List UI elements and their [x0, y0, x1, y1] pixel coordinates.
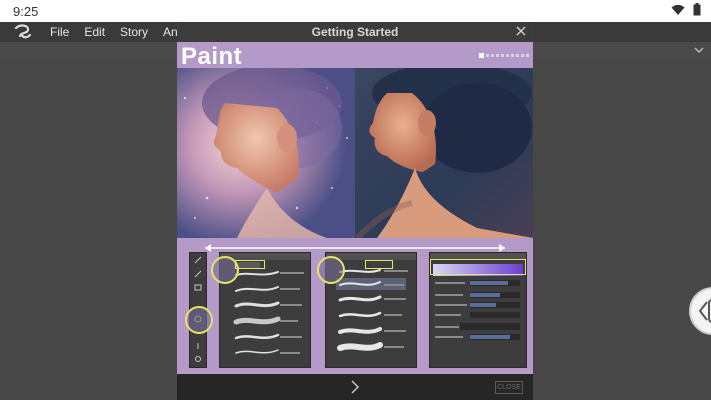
menu-edit[interactable]: Edit — [77, 25, 113, 39]
paint-illustration — [177, 68, 533, 238]
tool-property-sliders — [433, 264, 523, 340]
chevron-right-icon[interactable] — [345, 377, 365, 397]
battery-icon — [693, 3, 701, 16]
menu-bar: File Edit Story Anir — [0, 22, 192, 42]
page-dot — [506, 54, 509, 57]
page-dot — [496, 54, 499, 57]
menu-file[interactable]: File — [43, 25, 77, 39]
menu-story[interactable]: Story — [113, 25, 156, 39]
dialog-footer: CLOSE — [177, 374, 533, 400]
close-icon[interactable] — [513, 23, 529, 39]
chevron-left-icon — [698, 299, 711, 323]
status-icons — [671, 3, 701, 16]
tutorial-heading: Paint — [181, 43, 243, 70]
watercolor-tab-highlight — [365, 260, 393, 269]
page-dot — [526, 54, 529, 57]
watercolor-highlight-icon — [317, 256, 345, 284]
brush-tab-highlight — [235, 260, 265, 269]
chevron-down-icon[interactable] — [693, 44, 705, 56]
pen-tool-highlight-icon — [185, 306, 213, 334]
side-panel-toggle[interactable] — [689, 287, 711, 335]
dialog-titlebar: Getting Started — [177, 22, 533, 42]
getting-started-dialog: Getting Started Paint CLOSE — [177, 22, 533, 400]
page-dot — [511, 54, 514, 57]
status-time: 9:25 — [13, 4, 39, 19]
app-logo-icon[interactable] — [13, 24, 33, 40]
page-indicator — [479, 53, 529, 58]
close-button[interactable]: CLOSE — [495, 381, 523, 394]
page-dot — [501, 54, 504, 57]
page-dot — [516, 54, 519, 57]
property-highlight — [430, 259, 526, 275]
page-dot — [491, 54, 494, 57]
status-bar: 9:25 — [0, 0, 711, 22]
page-dot — [486, 54, 489, 57]
tutorial-panels — [177, 238, 533, 374]
page-dot — [521, 54, 524, 57]
dialog-title: Getting Started — [311, 25, 399, 39]
page-dot — [479, 53, 484, 58]
tutorial-content: Paint — [177, 42, 533, 374]
wifi-icon — [671, 4, 685, 15]
